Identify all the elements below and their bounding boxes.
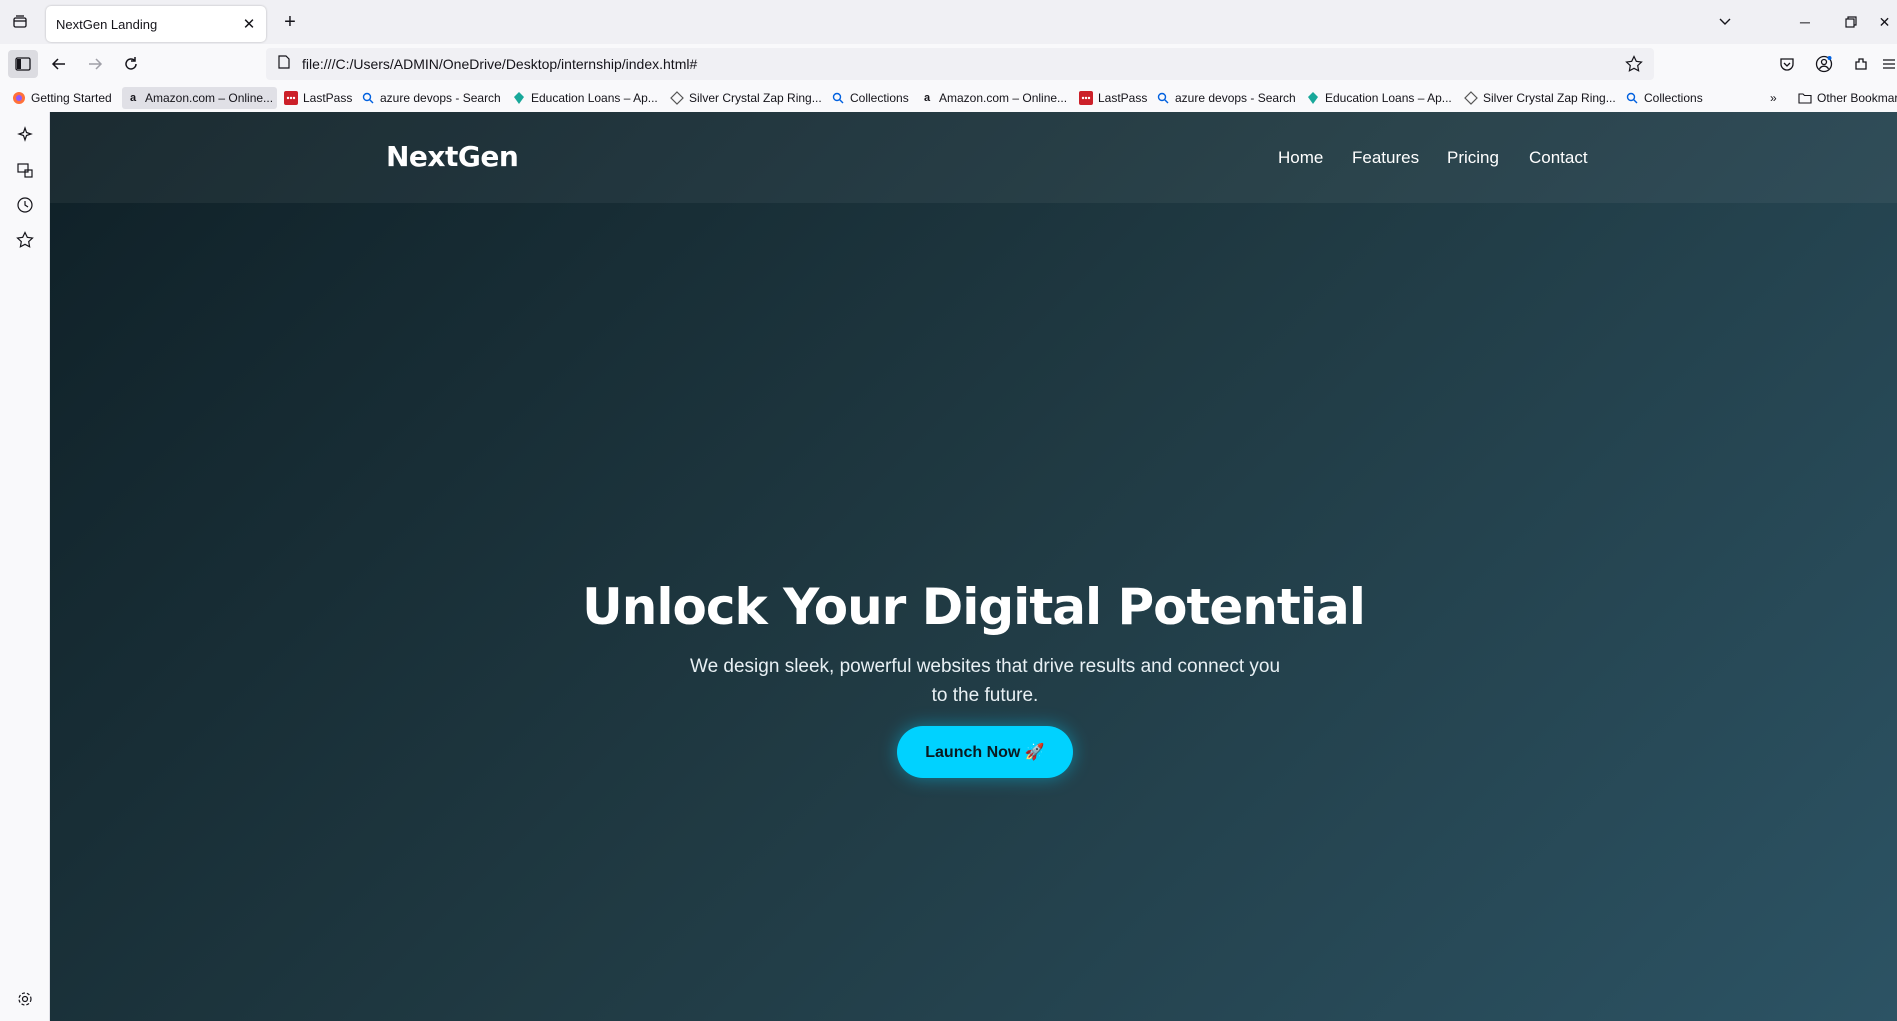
bookmark-item[interactable]: Collections <box>827 87 913 109</box>
diamond-icon <box>512 91 526 105</box>
ring-icon <box>1464 91 1478 105</box>
launch-now-button[interactable]: Launch Now 🚀 <box>897 726 1073 778</box>
bookmark-item[interactable]: azure devops - Search <box>357 87 505 109</box>
nav-link-features[interactable]: Features <box>1352 148 1419 168</box>
search-icon <box>1625 91 1639 105</box>
nav-link-home[interactable]: Home <box>1278 148 1323 168</box>
bookmark-item[interactable]: Collections <box>1621 87 1707 109</box>
other-bookmarks-folder[interactable]: Other Bookmarks <box>1794 87 1897 109</box>
bookmark-item[interactable]: a Amazon.com – Online... <box>122 87 278 109</box>
restore-button[interactable] <box>1831 8 1871 36</box>
ai-chatbot-icon[interactable] <box>14 124 36 146</box>
bookmark-star-icon[interactable] <box>1624 54 1644 74</box>
back-arrow-icon[interactable] <box>44 50 74 78</box>
menu-icon[interactable] <box>1880 50 1897 78</box>
search-icon <box>831 91 845 105</box>
close-tab-icon[interactable]: ✕ <box>238 13 260 35</box>
tab-strip: NextGen Landing ✕ + ─ ✕ <box>0 0 1897 44</box>
history-clock-icon[interactable] <box>14 194 36 216</box>
sidebar-toggle-icon[interactable] <box>8 50 38 78</box>
bookmarks-toolbar: Getting Started a Amazon.com – Online... … <box>0 84 1897 112</box>
bookmarks-overflow-icon[interactable]: » <box>1766 87 1781 109</box>
bookmark-item[interactable]: Education Loans – Ap... <box>508 87 662 109</box>
amazon-icon: a <box>129 92 137 104</box>
search-icon <box>1156 91 1170 105</box>
bookmark-item[interactable]: Silver Crystal Zap Ring... <box>1460 87 1620 109</box>
diamond-icon <box>1306 91 1320 105</box>
page-viewport: NextGen Home Features Pricing Contact Un… <box>50 112 1897 1021</box>
bookmarks-star-icon[interactable] <box>14 229 36 251</box>
active-tab[interactable]: NextGen Landing ✕ <box>46 6 266 42</box>
hero-title: Unlock Your Digital Potential <box>582 578 1366 636</box>
url-text: file:///C:/Users/ADMIN/OneDrive/Desktop/… <box>302 56 698 72</box>
browser-sidebar <box>0 112 50 1021</box>
extensions-icon[interactable] <box>1846 50 1876 78</box>
bookmark-item[interactable]: azure devops - Search <box>1152 87 1300 109</box>
nav-link-contact[interactable]: Contact <box>1529 148 1588 168</box>
hero-subtitle: We design sleek, powerful websites that … <box>689 656 1281 706</box>
page-icon <box>278 54 290 74</box>
account-icon[interactable] <box>1809 50 1839 78</box>
lastpass-icon <box>284 91 298 105</box>
bookmark-item[interactable]: Education Loans – Ap... <box>1302 87 1456 109</box>
site-header: NextGen Home Features Pricing Contact <box>50 112 1897 203</box>
bookmark-item[interactable]: Getting Started <box>8 87 116 109</box>
address-bar[interactable]: file:///C:/Users/ADMIN/OneDrive/Desktop/… <box>266 48 1654 80</box>
bookmark-item[interactable]: a Amazon.com – Online... <box>916 87 1071 109</box>
site-logo[interactable]: NextGen <box>386 140 519 173</box>
tab-overflow-chevron-icon[interactable] <box>1705 8 1745 36</box>
bookmark-item[interactable]: Silver Crystal Zap Ring... <box>666 87 826 109</box>
firefox-icon <box>12 91 26 105</box>
amazon-icon: a <box>923 92 931 104</box>
bookmark-item[interactable]: LastPass <box>280 87 356 109</box>
forward-arrow-icon[interactable] <box>80 50 110 78</box>
folder-icon <box>1798 91 1812 105</box>
search-icon <box>361 91 375 105</box>
minimize-button[interactable]: ─ <box>1785 8 1825 36</box>
tab-title: NextGen Landing <box>56 16 158 32</box>
reload-icon[interactable] <box>116 50 146 78</box>
settings-gear-icon[interactable] <box>14 988 36 1010</box>
tab-list-icon[interactable] <box>8 10 32 34</box>
pocket-icon[interactable] <box>1772 50 1802 78</box>
new-tab-button[interactable]: + <box>278 10 302 34</box>
nav-link-pricing[interactable]: Pricing <box>1447 148 1499 168</box>
bookmark-item[interactable]: LastPass <box>1075 87 1151 109</box>
lastpass-icon <box>1079 91 1093 105</box>
ring-icon <box>670 91 684 105</box>
close-window-button[interactable]: ✕ <box>1872 8 1897 36</box>
navigation-toolbar: file:///C:/Users/ADMIN/OneDrive/Desktop/… <box>0 44 1897 84</box>
synced-tabs-icon[interactable] <box>14 159 36 181</box>
